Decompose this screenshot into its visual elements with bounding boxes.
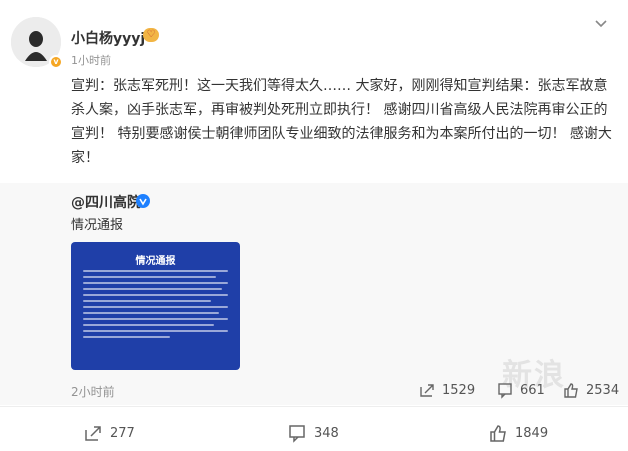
repost-like-count: 2534: [586, 382, 620, 398]
blue-v-icon: [136, 194, 150, 208]
repost-time[interactable]: 2小时前: [71, 383, 115, 400]
notice-image-title: 情况通报: [135, 256, 176, 267]
footer-like-count: 1849: [515, 425, 549, 441]
footer-like-button[interactable]: 1849: [488, 423, 548, 443]
repost-comment-stat[interactable]: 661: [496, 381, 545, 399]
share-icon: [420, 384, 434, 397]
repost-author[interactable]: @四川高院: [71, 192, 141, 212]
comment-icon: [289, 425, 305, 443]
post-time[interactable]: 1小时前: [71, 52, 111, 68]
repost-like-stat[interactable]: 2534: [562, 381, 619, 399]
notice-image[interactable]: 情况通报: [71, 242, 240, 370]
thumbs-up-icon: [564, 383, 578, 398]
weibo-post: v 小白杨yyyj ♡ 1小时前 宣判：张志军死刑！这一天我们等得太久…… 大家…: [0, 0, 628, 451]
comment-icon: [498, 383, 512, 399]
v-badge-icon: v: [49, 55, 63, 69]
repost-share-count: 1529: [442, 382, 476, 398]
username[interactable]: 小白杨yyyj: [71, 28, 145, 48]
footer-comment-button[interactable]: 348: [287, 423, 339, 443]
footer-repost-button[interactable]: 277: [83, 423, 135, 443]
post-text: 宣判：张志军死刑！这一天我们等得太久…… 大家好，刚刚得知宣判结果：张志军故意杀…: [71, 78, 612, 166]
footer-comment-count: 348: [314, 425, 339, 441]
chevron-down-icon[interactable]: [592, 15, 610, 33]
thumbs-up-icon: [490, 425, 506, 442]
divider: [0, 406, 628, 407]
footer-repost-count: 277: [110, 425, 135, 441]
repost-text: 情况通报: [71, 218, 124, 233]
user-badge-icon: ♡: [143, 28, 159, 42]
repost-share-stat[interactable]: 1529: [418, 381, 475, 399]
repost-comment-count: 661: [520, 382, 545, 398]
share-icon: [85, 426, 101, 441]
notice-image-lines: [83, 270, 228, 342]
